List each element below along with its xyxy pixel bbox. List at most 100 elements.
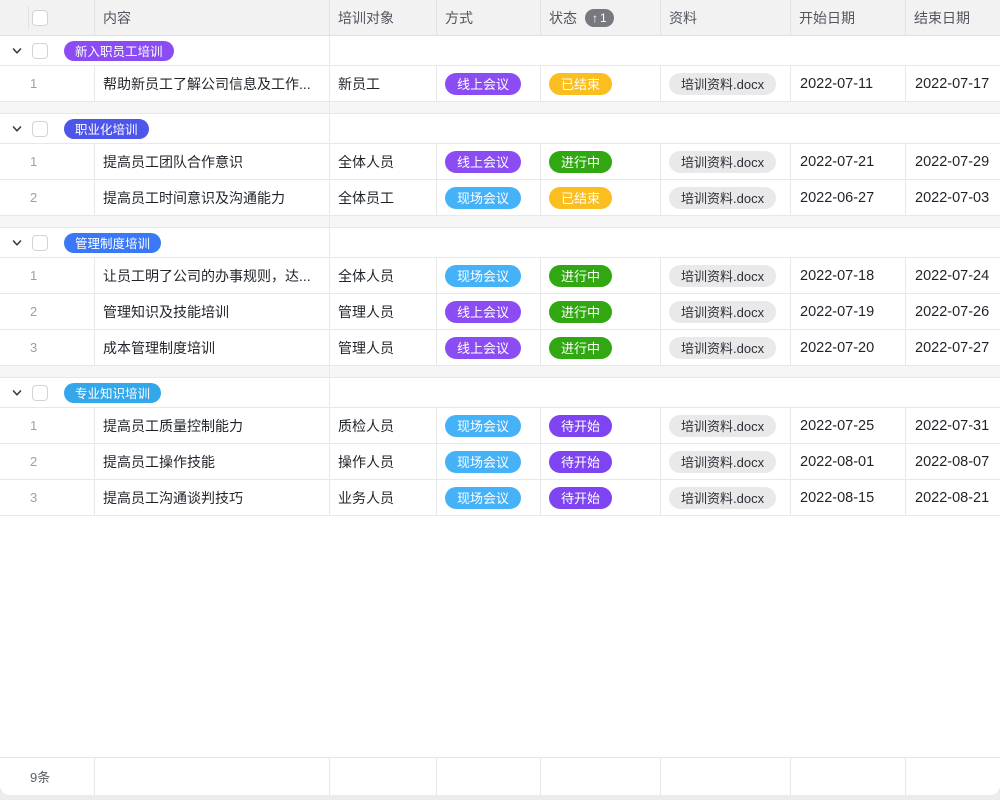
group-checkbox[interactable]	[32, 43, 48, 59]
cell-method[interactable]: 现场会议	[437, 480, 541, 516]
cell-end-date[interactable]: 2022-07-26	[906, 294, 1000, 330]
group-checkbox[interactable]	[32, 235, 48, 251]
column-header-start-date[interactable]: 开始日期	[791, 0, 906, 35]
cell-status[interactable]: 进行中	[541, 330, 661, 366]
status-tag: 待开始	[549, 487, 612, 509]
table-header: 内容 培训对象 方式 状态 ↑ 1 资料 开始日期 结束日期	[0, 0, 1000, 36]
column-header-method[interactable]: 方式	[437, 0, 541, 35]
cell-content[interactable]: 帮助新员工了解公司信息及工作...	[95, 66, 330, 102]
cell-content[interactable]: 提高员工沟通谈判技巧	[95, 480, 330, 516]
cell-content[interactable]: 提高员工团队合作意识	[95, 144, 330, 180]
cell-target[interactable]: 全体人员	[330, 144, 437, 180]
cell-content[interactable]: 提高员工时间意识及沟通能力	[95, 180, 330, 216]
cell-status[interactable]: 待开始	[541, 480, 661, 516]
cell-start-date[interactable]: 2022-08-15	[791, 480, 906, 516]
cell-target[interactable]: 管理人员	[330, 330, 437, 366]
group-spacer-left	[0, 216, 330, 227]
attachment-chip[interactable]: 培训资料.docx	[669, 73, 776, 95]
cell-content[interactable]: 管理知识及技能培训	[95, 294, 330, 330]
cell-end-date[interactable]: 2022-07-03	[906, 180, 1000, 216]
sort-indicator-badge[interactable]: ↑ 1	[585, 9, 614, 27]
attachment-chip[interactable]: 培训资料.docx	[669, 337, 776, 359]
group-checkbox[interactable]	[32, 121, 48, 137]
cell-status[interactable]: 待开始	[541, 444, 661, 480]
column-header-material[interactable]: 资料	[661, 0, 791, 35]
cell-method[interactable]: 现场会议	[437, 258, 541, 294]
cell-start-date[interactable]: 2022-07-20	[791, 330, 906, 366]
cell-material[interactable]: 培训资料.docx	[661, 294, 791, 330]
cell-method[interactable]: 现场会议	[437, 180, 541, 216]
cell-target[interactable]: 操作人员	[330, 444, 437, 480]
cell-end-date[interactable]: 2022-08-07	[906, 444, 1000, 480]
chevron-down-icon[interactable]	[10, 386, 24, 400]
cell-material[interactable]: 培训资料.docx	[661, 408, 791, 444]
cell-method[interactable]: 线上会议	[437, 66, 541, 102]
cell-content[interactable]: 让员工明了公司的办事规则，达...	[95, 258, 330, 294]
cell-material[interactable]: 培训资料.docx	[661, 258, 791, 294]
cell-target[interactable]: 业务人员	[330, 480, 437, 516]
cell-method[interactable]: 线上会议	[437, 294, 541, 330]
sort-count: 1	[600, 11, 607, 25]
cell-end-date[interactable]: 2022-07-31	[906, 408, 1000, 444]
row-number: 3	[0, 480, 95, 516]
column-header-end-date[interactable]: 结束日期	[906, 0, 1000, 35]
cell-status[interactable]: 进行中	[541, 258, 661, 294]
attachment-chip[interactable]: 培训资料.docx	[669, 187, 776, 209]
cell-target[interactable]: 全体员工	[330, 180, 437, 216]
cell-end-date[interactable]: 2022-07-24	[906, 258, 1000, 294]
cell-status[interactable]: 进行中	[541, 144, 661, 180]
cell-content[interactable]: 成本管理制度培训	[95, 330, 330, 366]
cell-start-date[interactable]: 2022-07-19	[791, 294, 906, 330]
chevron-down-icon[interactable]	[10, 122, 24, 136]
cell-material[interactable]: 培训资料.docx	[661, 480, 791, 516]
cell-status[interactable]: 进行中	[541, 294, 661, 330]
cell-target[interactable]: 质检人员	[330, 408, 437, 444]
select-all-checkbox[interactable]	[32, 10, 48, 26]
attachment-chip[interactable]: 培训资料.docx	[669, 415, 776, 437]
attachment-chip[interactable]: 培训资料.docx	[669, 151, 776, 173]
group-checkbox[interactable]	[32, 385, 48, 401]
cell-end-date[interactable]: 2022-07-29	[906, 144, 1000, 180]
column-header-content[interactable]: 内容	[95, 0, 330, 35]
attachment-chip[interactable]: 培训资料.docx	[669, 265, 776, 287]
attachment-chip[interactable]: 培训资料.docx	[669, 487, 776, 509]
cell-end-date[interactable]: 2022-07-27	[906, 330, 1000, 366]
cell-material[interactable]: 培训资料.docx	[661, 444, 791, 480]
status-tag: 已结束	[549, 73, 612, 95]
cell-status[interactable]: 待开始	[541, 408, 661, 444]
column-header-status[interactable]: 状态 ↑ 1	[541, 0, 661, 35]
cell-status[interactable]: 已结束	[541, 180, 661, 216]
method-tag: 现场会议	[445, 451, 521, 473]
cell-material[interactable]: 培训资料.docx	[661, 66, 791, 102]
column-header-target[interactable]: 培训对象	[330, 0, 437, 35]
cell-start-date[interactable]: 2022-07-25	[791, 408, 906, 444]
chevron-down-icon[interactable]	[10, 236, 24, 250]
cell-start-date[interactable]: 2022-08-01	[791, 444, 906, 480]
cell-start-date[interactable]: 2022-06-27	[791, 180, 906, 216]
cell-method[interactable]: 线上会议	[437, 330, 541, 366]
cell-start-date[interactable]: 2022-07-18	[791, 258, 906, 294]
cell-target[interactable]: 全体人员	[330, 258, 437, 294]
cell-content[interactable]: 提高员工质量控制能力	[95, 408, 330, 444]
cell-status[interactable]: 已结束	[541, 66, 661, 102]
cell-material[interactable]: 培训资料.docx	[661, 330, 791, 366]
table-row: 1帮助新员工了解公司信息及工作...新员工线上会议已结束培训资料.docx202…	[0, 66, 1000, 102]
cell-end-date[interactable]: 2022-07-17	[906, 66, 1000, 102]
cell-target[interactable]: 管理人员	[330, 294, 437, 330]
cell-material[interactable]: 培训资料.docx	[661, 144, 791, 180]
cell-target[interactable]: 新员工	[330, 66, 437, 102]
cell-material[interactable]: 培训资料.docx	[661, 180, 791, 216]
attachment-chip[interactable]: 培训资料.docx	[669, 451, 776, 473]
cell-method[interactable]: 现场会议	[437, 444, 541, 480]
cell-start-date[interactable]: 2022-07-11	[791, 66, 906, 102]
status-tag: 待开始	[549, 451, 612, 473]
cell-start-date[interactable]: 2022-07-21	[791, 144, 906, 180]
cell-method[interactable]: 线上会议	[437, 144, 541, 180]
cell-end-date[interactable]: 2022-08-21	[906, 480, 1000, 516]
row-number: 1	[0, 408, 95, 444]
cell-method[interactable]: 现场会议	[437, 408, 541, 444]
attachment-chip[interactable]: 培训资料.docx	[669, 301, 776, 323]
chevron-down-icon[interactable]	[10, 44, 24, 58]
cell-content[interactable]: 提高员工操作技能	[95, 444, 330, 480]
column-header-label: 开始日期	[799, 8, 855, 28]
